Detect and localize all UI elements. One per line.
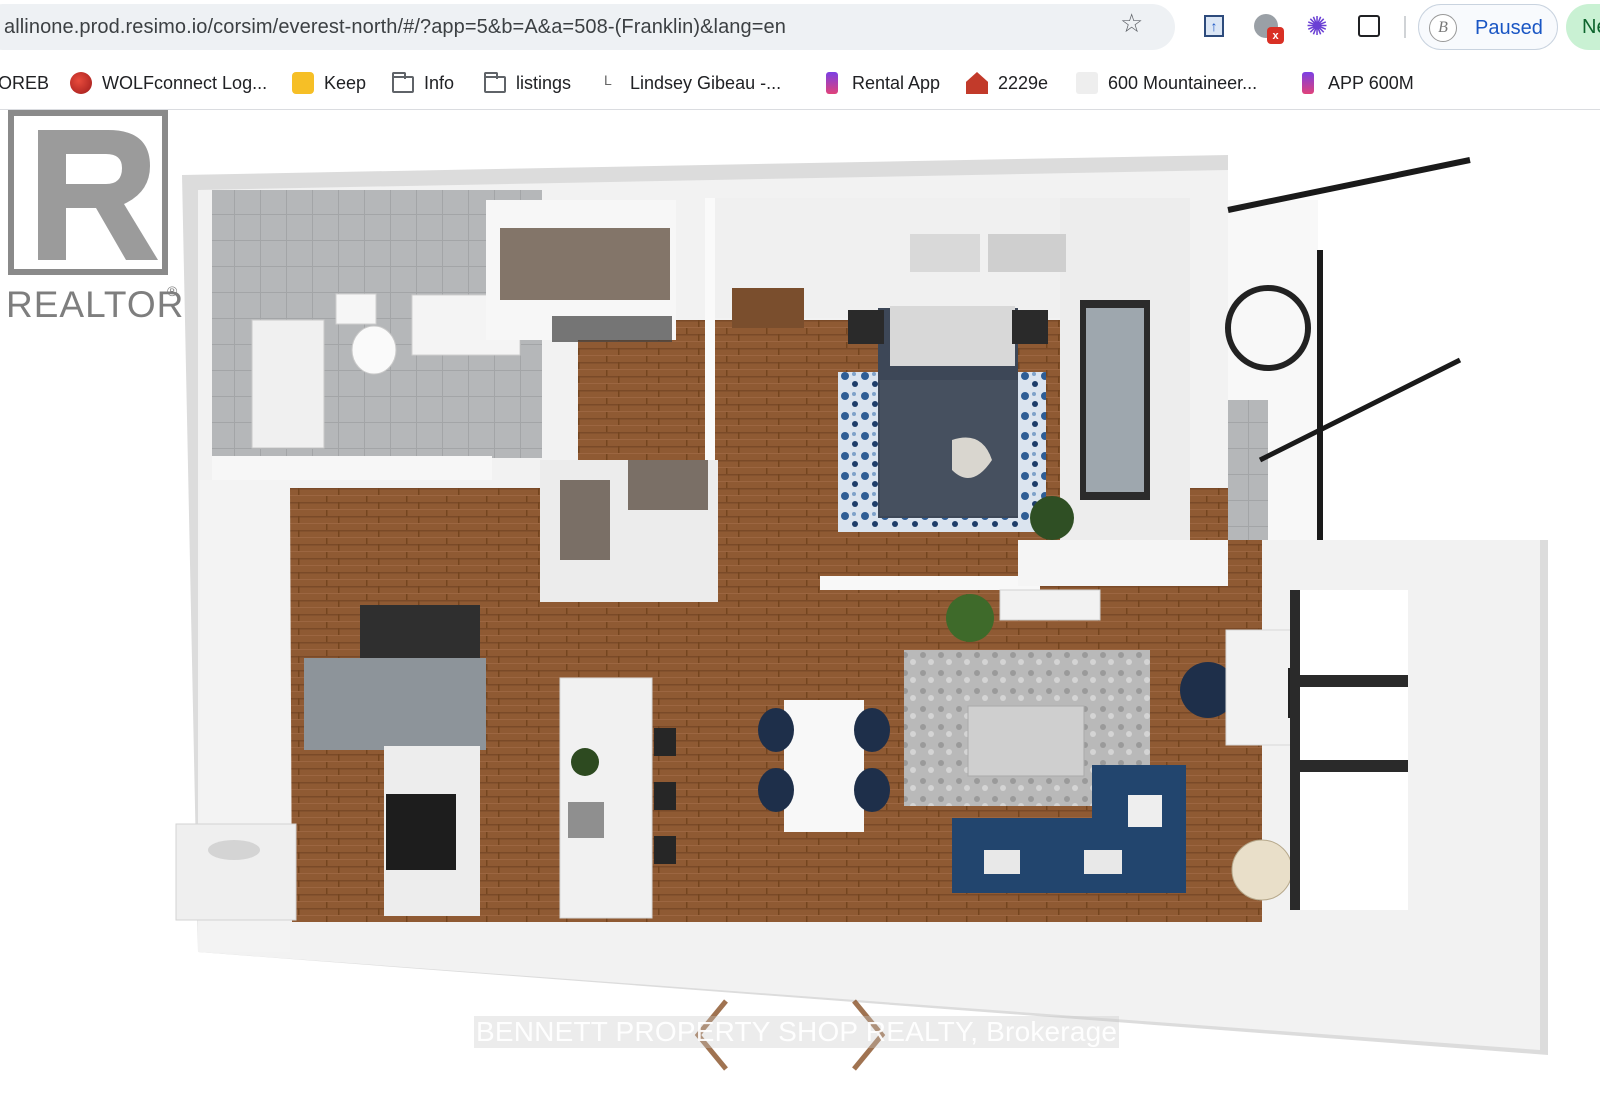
- bookmark-label: Keep: [324, 72, 367, 93]
- profile-paused-button[interactable]: B Paused: [1418, 4, 1558, 50]
- bookmark-keep[interactable]: Keep: [292, 69, 366, 97]
- extensions-puzzle-icon[interactable]: [1355, 12, 1383, 40]
- bookmark-lindsey-gibeau[interactable]: L Lindsey Gibeau -...: [604, 69, 781, 97]
- realtor-wordmark: REALTOR: [6, 284, 185, 325]
- extension-blocked-icon[interactable]: x: [1252, 12, 1284, 44]
- bookmark-app-600m[interactable]: APP 600M: [1298, 69, 1414, 97]
- folder-icon: [392, 71, 414, 93]
- bookmark-oreb[interactable]: OREB: [0, 69, 49, 97]
- toolbar-divider: [1404, 16, 1406, 38]
- new-button-label: Ne: [1582, 16, 1600, 38]
- bookmark-folder-info[interactable]: Info: [392, 69, 454, 97]
- bookmark-2229e[interactable]: 2229e: [966, 69, 1048, 97]
- faint-icon: [1076, 72, 1098, 94]
- bookmark-label: 600 Mountaineer...: [1108, 72, 1258, 93]
- bookmark-folder-listings[interactable]: listings: [484, 69, 571, 97]
- bookmark-label: OREB: [0, 72, 50, 93]
- bookmark-label: Info: [424, 72, 455, 93]
- ll-icon: L: [604, 72, 612, 88]
- bookmark-wolfconnect[interactable]: WOLFconnect Log...: [70, 69, 267, 97]
- notification-badge: x: [1267, 27, 1284, 44]
- address-bar[interactable]: allinone.prod.resimo.io/corsim/everest-n…: [0, 4, 1175, 50]
- bookmark-label: Lindsey Gibeau -...: [630, 72, 782, 93]
- bookmark-label: APP 600M: [1328, 72, 1414, 93]
- bookmarks-bar: OREB WOLFconnect Log... Keep Info listin…: [0, 56, 1600, 110]
- bookmark-label: listings: [516, 72, 572, 93]
- phone-icon: [1302, 72, 1314, 94]
- listing-photo-viewer: REALTOR ® BENNETT PROPERTY SHOP REALTY, …: [0, 110, 1600, 1108]
- profile-avatar: B: [1429, 14, 1457, 42]
- bookmark-label: WOLFconnect Log...: [102, 72, 268, 93]
- browser-toolbar: allinone.prod.resimo.io/corsim/everest-n…: [0, 0, 1600, 56]
- extension-upload-icon[interactable]: ↑: [1200, 12, 1228, 40]
- profile-status-label: Paused: [1475, 17, 1543, 39]
- registered-mark: ®: [167, 283, 178, 299]
- bookmark-label: Rental App: [852, 72, 941, 93]
- 3d-floor-plan-icon: [175, 155, 1548, 1055]
- brokerage-watermark: BENNETT PROPERTY SHOP REALTY, Brokerage: [474, 1016, 1120, 1048]
- bookmark-label: 2229e: [998, 72, 1049, 93]
- wolf-icon: [70, 72, 92, 94]
- extension-gear-flower-icon[interactable]: ✺: [1303, 11, 1331, 41]
- bookmark-rental-app[interactable]: Rental App: [822, 69, 940, 97]
- realtor-r-icon: [8, 110, 168, 275]
- keep-icon: [292, 72, 314, 94]
- bookmark-600-mountaineer[interactable]: 600 Mountaineer...: [1076, 69, 1257, 97]
- folder-icon: [484, 71, 506, 93]
- url-text[interactable]: allinone.prod.resimo.io/corsim/everest-n…: [4, 16, 786, 39]
- new-chrome-button[interactable]: Ne: [1566, 4, 1600, 50]
- house-icon: [966, 72, 988, 94]
- phone-icon: [826, 72, 838, 94]
- realtor-logo: REALTOR ®: [0, 110, 185, 326]
- bookmark-star-icon[interactable]: ☆: [1120, 9, 1143, 37]
